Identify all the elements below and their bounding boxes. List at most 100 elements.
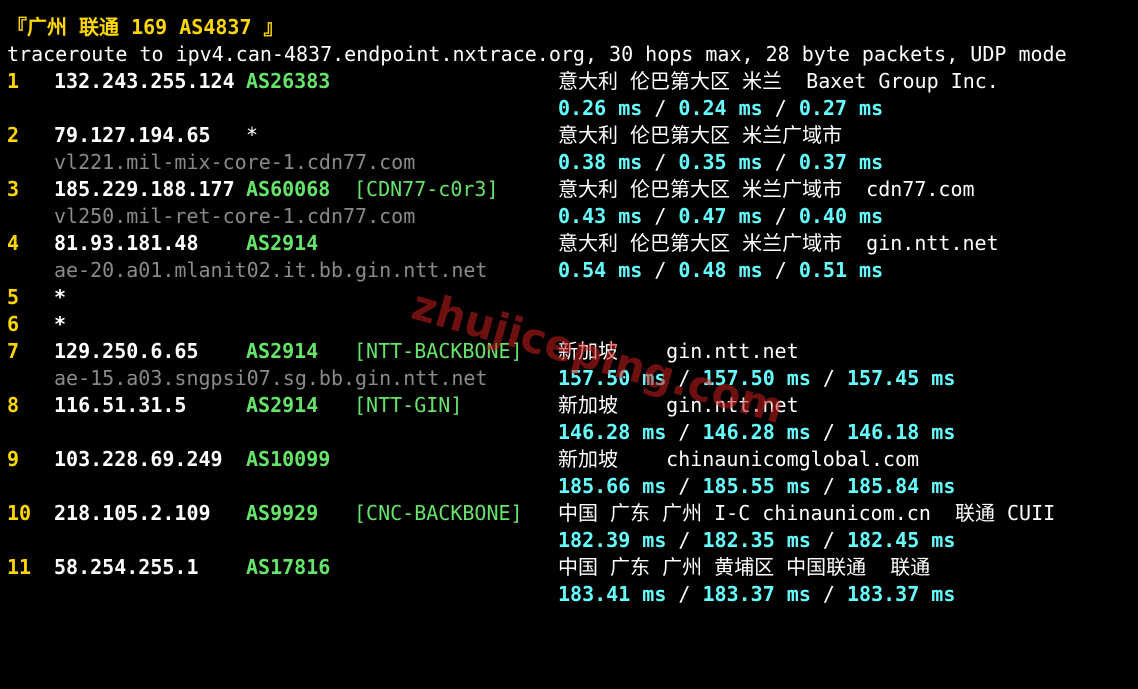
hop-number: 10 [7,501,32,525]
hop-rdns: ae-15.a03.sngpsi07.sg.bb.gin.ntt.net [54,366,488,390]
hop-rtt: 0.26 ms / 0.24 ms / 0.27 ms [558,95,883,122]
hop-detail-row: ae-20.a01.mlanit02.it.bb.gin.ntt.net 0.5… [7,257,883,284]
hop-rdns: vl250.mil-ret-core-1.cdn77.com [54,204,416,228]
hop-rtt: 0.38 ms / 0.35 ms / 0.37 ms [558,149,883,176]
hop-number: 4 [7,231,20,255]
hop-ip: 116.51.31.5 [54,393,187,417]
hop-asn: AS2914 [246,339,319,363]
rtt-value: 157.45 ms [847,366,956,390]
hop-geo: 意大利 伦巴第大区 米兰广域市 gin.ntt.net [558,231,999,255]
hop-number: 1 [7,69,20,93]
hop-geo: 意大利 伦巴第大区 米兰广域市 cdn77.com [558,177,975,201]
hop-ip: 103.228.69.249 [54,447,223,471]
hop-geo: 新加坡 gin.ntt.net [558,339,799,363]
hop-ip: * [54,312,67,336]
rtt-value: 0.26 ms [558,96,643,120]
hop-ip: 81.93.181.48 [54,231,199,255]
hop-asn: AS2914 [246,231,319,255]
hop-row: 5 * [7,284,66,311]
hop-asn: AS60068 [246,177,331,201]
rtt-value: 182.35 ms [702,528,811,552]
hop-number: 5 [7,285,20,309]
hop-row: 6 * [7,311,66,338]
hop-rtt: 157.50 ms / 157.50 ms / 157.45 ms [558,365,955,392]
hop-asn: AS2914 [246,393,319,417]
hop-row: 2 79.127.194.65 * 意大利 伦巴第大区 米兰广域市 [7,122,842,149]
hop-row: 8 116.51.31.5 AS2914 [NTT-GIN] 新加坡 gin.n… [7,392,799,419]
rtt-separator: / [666,474,703,498]
rtt-separator: / [810,474,847,498]
rtt-separator: / [810,528,847,552]
hop-geo: 意大利 伦巴第大区 米兰 Baxet Group Inc. [558,69,999,93]
hop-number: 8 [7,393,20,417]
terminal-title: 『广州 联通 169 AS4837 』 [7,15,284,39]
rtt-separator: / [642,150,679,174]
hop-geo: 中国 广东 广州 I-C chinaunicom.cn 联通 CUII [558,501,1056,525]
hop-rtt: 146.28 ms / 146.28 ms / 146.18 ms [558,419,955,446]
rtt-value: 157.50 ms [558,366,667,390]
hop-ip: 185.229.188.177 [54,177,235,201]
rtt-separator: / [666,528,703,552]
rtt-value: 182.39 ms [558,528,667,552]
hop-number: 9 [7,447,20,471]
hop-number: 6 [7,312,20,336]
hop-detail-row: vl250.mil-ret-core-1.cdn77.com 0.43 ms /… [7,203,883,230]
hop-rtt: 182.39 ms / 182.35 ms / 182.45 ms [558,527,955,554]
rtt-separator: / [666,366,703,390]
hop-number: 2 [7,123,20,147]
hop-number: 7 [7,339,20,363]
rtt-value: 0.47 ms [678,204,763,228]
rtt-separator: / [810,582,847,606]
rtt-value: 0.37 ms [798,150,884,174]
rtt-value: 0.24 ms [678,96,763,120]
hop-geo: 新加坡 gin.ntt.net [558,393,799,417]
rtt-separator: / [642,258,679,282]
rtt-value: 183.41 ms [558,582,667,606]
hop-detail-row: 183.41 ms / 183.37 ms / 183.37 ms [7,581,955,608]
rtt-separator: / [762,150,799,174]
hop-number: 11 [7,555,32,579]
hop-row: 9 103.228.69.249 AS10099 新加坡 chinaunicom… [7,446,919,473]
rtt-separator: / [810,366,847,390]
hop-row: 11 58.254.255.1 AS17816 中国 广东 广州 黄埔区 中国联… [7,554,930,581]
hop-asn: AS9929 [246,501,319,525]
rtt-value: 0.38 ms [558,150,643,174]
hop-ip: 132.243.255.124 [54,69,235,93]
rtt-value: 146.18 ms [847,420,956,444]
rtt-value: 0.54 ms [558,258,643,282]
hop-asn: AS10099 [246,447,331,471]
hop-detail-row: 182.39 ms / 182.35 ms / 182.45 ms [7,527,955,554]
rtt-value: 0.35 ms [678,150,763,174]
rtt-value: 182.45 ms [847,528,956,552]
hop-detail-row: ae-15.a03.sngpsi07.sg.bb.gin.ntt.net 157… [7,365,955,392]
rtt-value: 0.51 ms [798,258,884,282]
hop-detail-row: 0.26 ms / 0.24 ms / 0.27 ms [7,95,883,122]
hop-ip: 129.250.6.65 [54,339,199,363]
hop-geo: 意大利 伦巴第大区 米兰广域市 [558,123,843,147]
hop-ip: 218.105.2.109 [54,501,211,525]
hop-rtt: 0.54 ms / 0.48 ms / 0.51 ms [558,257,883,284]
rtt-separator: / [666,420,703,444]
hop-tag: [CDN77-c0r3] [354,177,499,201]
hop-ip: * [54,285,67,309]
hop-detail-row: vl221.mil-mix-core-1.cdn77.com 0.38 ms /… [7,149,883,176]
hop-rtt: 0.43 ms / 0.47 ms / 0.40 ms [558,203,883,230]
rtt-value: 146.28 ms [558,420,667,444]
rtt-value: 0.27 ms [798,96,884,120]
hop-geo: 中国 广东 广州 黄埔区 中国联通 联通 [558,555,931,579]
rtt-separator: / [642,96,679,120]
hop-ip: 79.127.194.65 [54,123,211,147]
hop-asn: * [246,123,259,147]
rtt-value: 183.37 ms [702,582,811,606]
hop-tag: [NTT-BACKBONE] [354,339,523,363]
rtt-value: 185.66 ms [558,474,667,498]
hop-rdns: ae-20.a01.mlanit02.it.bb.gin.ntt.net [54,258,488,282]
hop-detail-row: 146.28 ms / 146.28 ms / 146.18 ms [7,419,955,446]
rtt-value: 146.28 ms [702,420,811,444]
hop-geo: 新加坡 chinaunicomglobal.com [558,447,920,471]
hop-row: 10 218.105.2.109 AS9929 [CNC-BACKBONE] 中… [7,500,1055,527]
hop-row: 4 81.93.181.48 AS2914 意大利 伦巴第大区 米兰广域市 gi… [7,230,999,257]
hop-asn: AS26383 [246,69,331,93]
rtt-value: 0.43 ms [558,204,643,228]
hop-tag: [NTT-GIN] [354,393,463,417]
